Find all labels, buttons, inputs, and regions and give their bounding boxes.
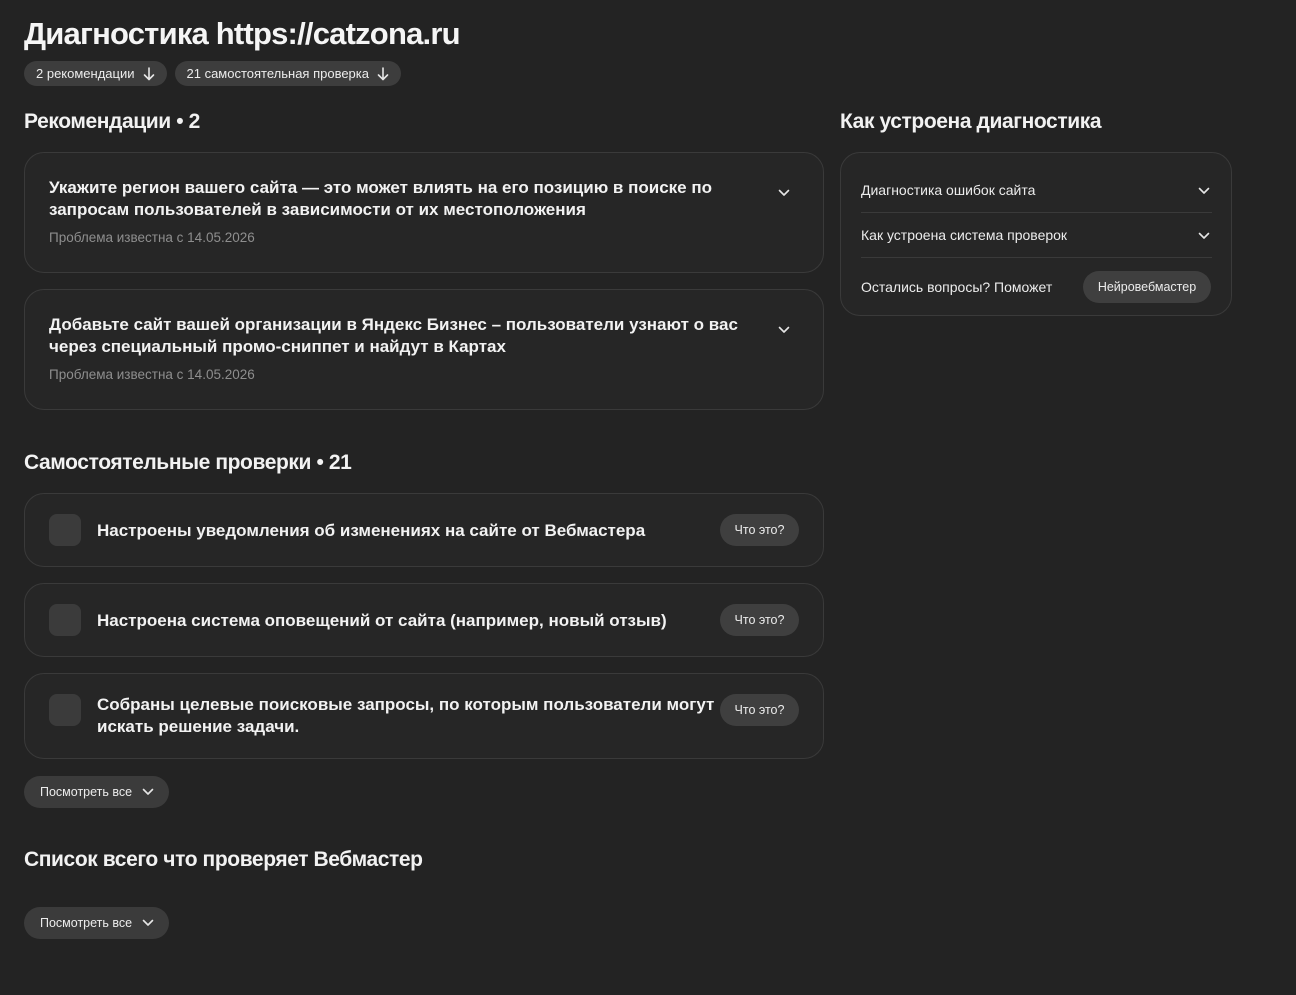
chevron-down-icon: [1198, 232, 1210, 239]
recommendations-chip[interactable]: 2 рекомендации: [24, 61, 167, 86]
chip-label: 2 рекомендации: [36, 66, 135, 81]
summary-chips: 2 рекомендации 21 самостоятельная провер…: [24, 61, 401, 86]
accordion-label: Диагностика ошибок сайта: [861, 182, 1036, 198]
checklist-title: Список всего что проверяет Вебмастер: [24, 848, 423, 871]
accordion-check-system[interactable]: Как устроена система проверок: [861, 213, 1212, 258]
self-checks-title: Самостоятельные проверки • 21: [24, 451, 352, 474]
see-all-checks-button[interactable]: Посмотреть все: [24, 776, 169, 808]
self-check-text: Настроены уведомления об изменениях на с…: [97, 521, 646, 540]
see-all-label: Посмотреть все: [40, 785, 133, 799]
accordion-diagnostics-errors[interactable]: Диагностика ошибок сайта: [861, 168, 1212, 213]
self-check-item: Настроена система оповещений от сайта (н…: [24, 583, 824, 657]
sidebar-title: Как устроена диагностика: [840, 110, 1102, 133]
recommendation-card[interactable]: Укажите регион вашего сайта — это может …: [24, 152, 824, 273]
see-all-label: Посмотреть все: [40, 916, 133, 930]
recommendation-card[interactable]: Добавьте сайт вашей организации в Яндекс…: [24, 289, 824, 410]
self-check-item: Собраны целевые поисковые запросы, по ко…: [24, 673, 824, 759]
recommendation-title: Добавьте сайт вашей организации в Яндекс…: [49, 315, 738, 356]
chevron-down-icon: [1198, 187, 1210, 194]
see-all-checklist-button[interactable]: Посмотреть все: [24, 907, 169, 939]
chevron-down-icon[interactable]: [778, 326, 790, 334]
chevron-down-icon[interactable]: [778, 189, 790, 197]
self-check-text: Настроена система оповещений от сайта (н…: [97, 611, 667, 630]
accordion-label: Как устроена система проверок: [861, 227, 1068, 243]
recommendation-title: Укажите регион вашего сайта — это может …: [49, 178, 712, 219]
what-is-this-button[interactable]: Что это?: [720, 604, 799, 636]
arrow-down-icon: [143, 66, 154, 80]
checkbox[interactable]: [49, 694, 81, 726]
recommendation-date: Проблема известна с 14.05.2026: [49, 367, 255, 382]
neurowebmaster-button[interactable]: Нейровебмастер: [1083, 271, 1211, 303]
page-title: Диагностика https://catzona.ru: [24, 16, 461, 51]
what-is-this-button[interactable]: Что это?: [720, 694, 799, 726]
chevron-down-icon: [142, 788, 154, 795]
self-check-item: Настроены уведомления об изменениях на с…: [24, 493, 824, 567]
self-checks-chip[interactable]: 21 самостоятельная проверка: [174, 61, 401, 86]
chip-label: 21 самостоятельная проверка: [186, 66, 370, 81]
self-check-text: Собраны целевые поисковые запросы, по ко…: [97, 695, 715, 736]
recommendations-title: Рекомендации • 2: [24, 110, 200, 133]
help-question-text: Остались вопросы? Поможет: [861, 279, 1053, 295]
arrow-down-icon: [377, 66, 389, 80]
chevron-down-icon: [142, 919, 154, 926]
diagnostics-info-panel: Диагностика ошибок сайта Как устроена си…: [840, 152, 1232, 316]
checkbox[interactable]: [49, 514, 81, 546]
checkbox[interactable]: [49, 604, 81, 636]
recommendation-date: Проблема известна с 14.05.2026: [49, 230, 255, 245]
what-is-this-button[interactable]: Что это?: [720, 514, 799, 546]
